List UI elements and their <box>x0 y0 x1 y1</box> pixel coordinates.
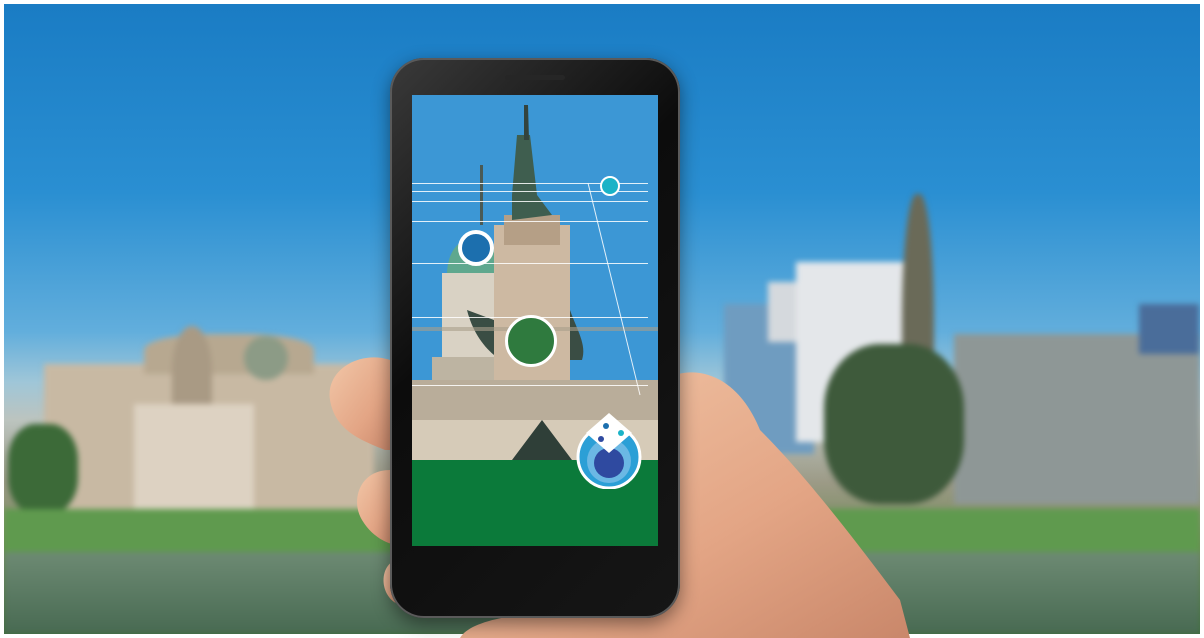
cyan-marker[interactable] <box>600 176 620 196</box>
blue-marker[interactable] <box>458 230 494 266</box>
green-marker[interactable] <box>505 315 557 367</box>
phone-speaker <box>505 75 565 80</box>
ar-app-logo-icon[interactable] <box>576 411 642 489</box>
phone-screen <box>412 95 658 546</box>
